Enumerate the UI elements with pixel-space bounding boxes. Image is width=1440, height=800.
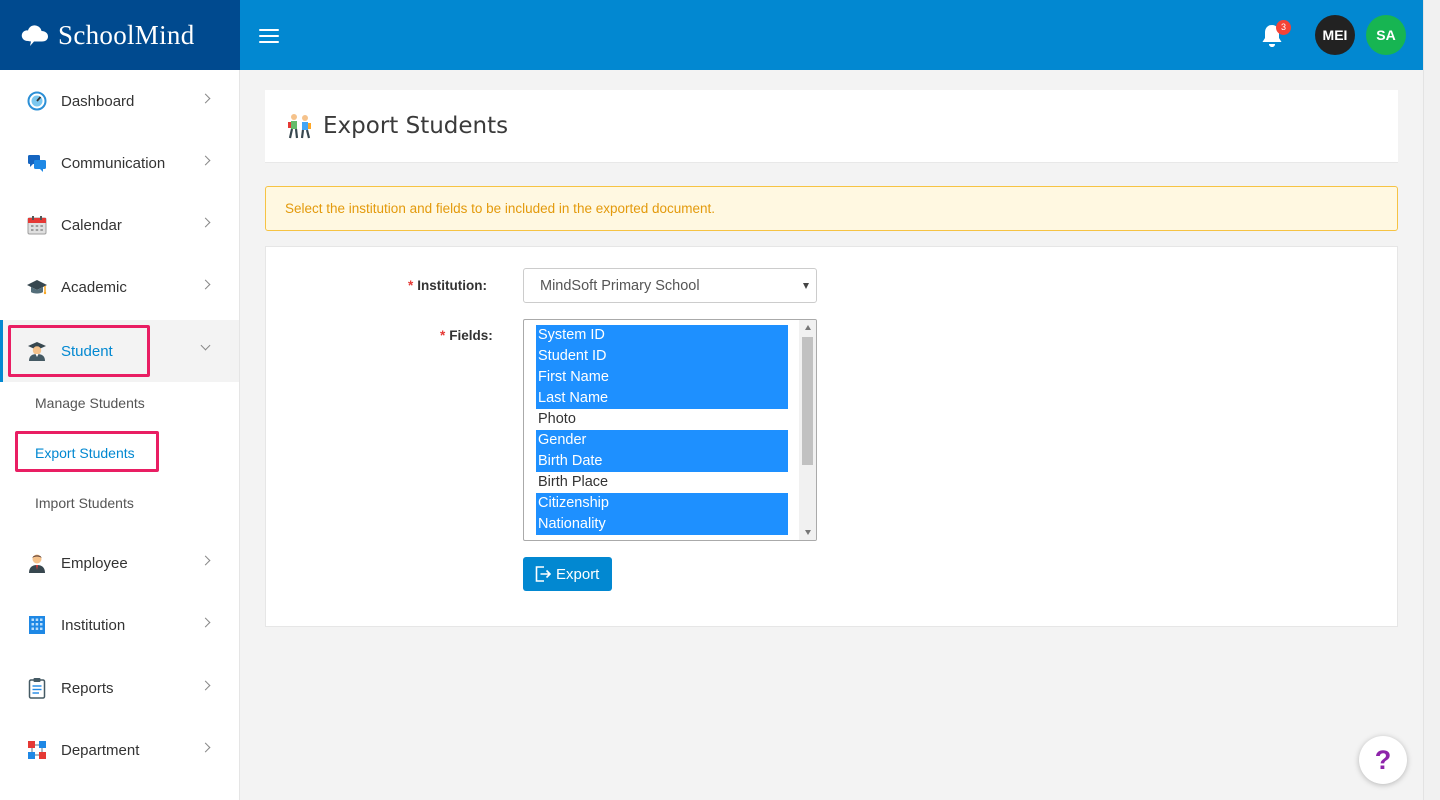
- cloud-logo-icon: [21, 25, 48, 46]
- sidebar-item-dashboard[interactable]: Dashboard: [0, 70, 239, 132]
- field-option-student-id[interactable]: Student ID: [536, 346, 788, 367]
- chevron-right-icon: [200, 155, 211, 166]
- menu-toggle-button[interactable]: [259, 29, 279, 45]
- sidebar-item-student[interactable]: Student: [0, 320, 239, 382]
- chat-icon: [26, 152, 48, 174]
- export-icon: [535, 566, 552, 582]
- chevron-right-icon: [200, 279, 211, 290]
- listbox-scrollbar[interactable]: [799, 320, 816, 540]
- calendar-icon: [26, 214, 48, 236]
- field-option-gender[interactable]: Gender: [536, 430, 788, 451]
- sidebar-item-academic[interactable]: Academic: [0, 256, 239, 318]
- employee-icon: [26, 552, 48, 574]
- sidebar: Dashboard Communication Calendar Academi…: [0, 70, 240, 800]
- fields-label: * Fields:: [440, 328, 493, 343]
- building-icon: [26, 614, 48, 636]
- chevron-right-icon: [200, 555, 211, 566]
- department-icon: [26, 739, 48, 761]
- chevron-right-icon: [200, 742, 211, 753]
- chevron-right-icon: [200, 680, 211, 691]
- avatar-sa[interactable]: SA: [1366, 15, 1406, 55]
- brand-logo[interactable]: SchoolMind: [0, 0, 240, 70]
- field-option-citizenship[interactable]: Citizenship: [536, 493, 788, 514]
- top-header: SchoolMind 3 MEI SA: [0, 0, 1423, 70]
- sidebar-subitem-export-students[interactable]: Export Students: [35, 445, 135, 461]
- required-mark: *: [408, 278, 414, 293]
- fields-multiselect[interactable]: System ID Student ID First Name Last Nam…: [523, 319, 817, 541]
- sidebar-item-label: Communication: [61, 154, 166, 172]
- sidebar-item-label: Institution: [61, 616, 126, 634]
- field-option-system-id[interactable]: System ID: [536, 325, 788, 346]
- help-button[interactable]: ?: [1359, 736, 1407, 784]
- students-walking-icon: [288, 114, 311, 139]
- sidebar-item-label: Calendar: [61, 216, 122, 234]
- sidebar-item-employee[interactable]: Employee: [0, 532, 239, 594]
- sidebar-item-reports[interactable]: Reports: [0, 657, 239, 719]
- field-option-birth-place[interactable]: Birth Place: [536, 472, 788, 493]
- chevron-right-icon: [200, 93, 211, 104]
- info-alert: Select the institution and fields to be …: [265, 186, 1398, 231]
- required-mark: *: [440, 328, 446, 343]
- dashboard-icon: [26, 90, 48, 112]
- chevron-right-icon: [200, 217, 211, 228]
- export-button-label: Export: [556, 565, 600, 583]
- page-scrollbar[interactable]: [1423, 0, 1440, 800]
- sidebar-item-label: Academic: [61, 278, 127, 296]
- field-option-last-name[interactable]: Last Name: [536, 388, 788, 409]
- page-title-card: Export Students: [265, 90, 1398, 163]
- student-icon: [26, 340, 48, 362]
- export-button[interactable]: Export: [523, 557, 612, 591]
- notification-count-badge: 3: [1276, 20, 1291, 35]
- scroll-up-arrow-icon[interactable]: [805, 325, 811, 330]
- sidebar-item-department[interactable]: Department: [0, 719, 239, 781]
- brand-name: SchoolMind: [58, 19, 195, 50]
- sidebar-item-communication[interactable]: Communication: [0, 132, 239, 194]
- clipboard-icon: [26, 677, 48, 699]
- sidebar-item-label: Department: [61, 741, 140, 759]
- sidebar-item-label: Employee: [61, 554, 128, 572]
- institution-select[interactable]: MindSoft Primary School: [523, 268, 817, 303]
- sidebar-item-label: Student: [61, 342, 113, 360]
- field-option-first-name[interactable]: First Name: [536, 367, 788, 388]
- chevron-right-icon: [200, 617, 211, 628]
- field-option-nationality[interactable]: Nationality: [536, 514, 788, 535]
- graduation-cap-icon: [26, 276, 48, 298]
- scroll-down-arrow-icon[interactable]: [805, 530, 811, 535]
- field-option-photo[interactable]: Photo: [536, 409, 788, 430]
- sidebar-subitem-manage-students[interactable]: Manage Students: [35, 395, 145, 411]
- chevron-down-icon: [200, 340, 211, 351]
- sidebar-item-label: Reports: [61, 679, 114, 697]
- scrollbar-thumb[interactable]: [802, 337, 813, 465]
- page-title: Export Students: [323, 113, 509, 139]
- institution-label: * Institution:: [408, 278, 487, 293]
- sidebar-item-institution[interactable]: Institution: [0, 594, 239, 656]
- sidebar-item-label: Dashboard: [61, 92, 135, 110]
- avatar-mei[interactable]: MEI: [1315, 15, 1355, 55]
- export-form: * Institution: MindSoft Primary School * F…: [265, 246, 1398, 627]
- caret-down-icon: [803, 283, 809, 289]
- field-option-birth-date[interactable]: Birth Date: [536, 451, 788, 472]
- sidebar-subitem-import-students[interactable]: Import Students: [35, 495, 134, 511]
- sidebar-item-calendar[interactable]: Calendar: [0, 194, 239, 256]
- institution-selected-value: MindSoft Primary School: [540, 277, 700, 294]
